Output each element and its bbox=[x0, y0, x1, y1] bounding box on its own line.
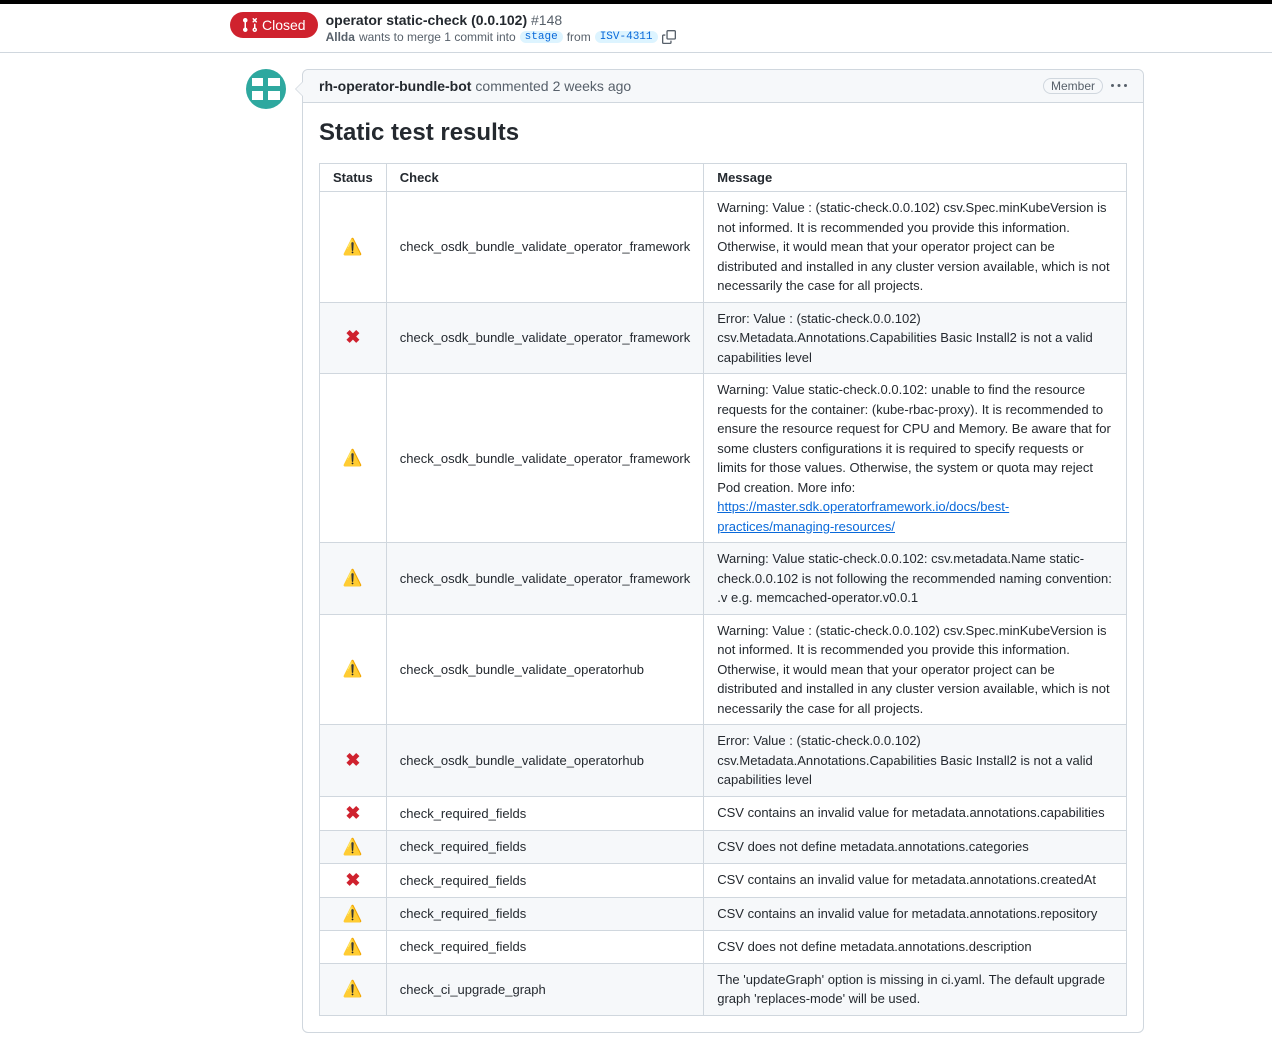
table-row: ⚠️ check_osdk_bundle_validate_operator_fr… bbox=[320, 374, 1127, 543]
message-link[interactable]: https://master.sdk.operatorframework.io/… bbox=[717, 499, 1009, 534]
kebab-icon[interactable] bbox=[1111, 78, 1127, 94]
source-branch[interactable]: ISV-4311 bbox=[595, 31, 658, 43]
pr-header: Closed operator static-check (0.0.102) #… bbox=[0, 4, 1272, 53]
check-cell: check_required_fields bbox=[386, 830, 704, 863]
table-row: ✖ check_osdk_bundle_validate_operator_fra… bbox=[320, 302, 1127, 374]
target-branch[interactable]: stage bbox=[520, 31, 563, 43]
comment-time[interactable]: 2 weeks ago bbox=[553, 78, 632, 94]
col-message: Message bbox=[704, 164, 1127, 192]
comment-body: Static test results Status Check Message… bbox=[303, 103, 1143, 1032]
message-cell: CSV contains an invalid value for metada… bbox=[704, 897, 1127, 930]
warning-icon: ⚠️ bbox=[343, 568, 363, 588]
check-cell: check_required_fields bbox=[386, 930, 704, 963]
check-cell: check_required_fields bbox=[386, 863, 704, 897]
message-cell: Error: Value : (static-check.0.0.102) cs… bbox=[704, 725, 1127, 797]
error-icon: ✖ bbox=[345, 803, 360, 824]
check-cell: check_osdk_bundle_validate_operator_fram… bbox=[386, 543, 704, 615]
status-cell: ⚠️ bbox=[320, 897, 387, 930]
table-row: ⚠️ check_required_fieldsCSV does not defi… bbox=[320, 830, 1127, 863]
error-icon: ✖ bbox=[345, 870, 360, 891]
results-table: Status Check Message ⚠️ check_osdk_bundle… bbox=[319, 163, 1127, 1016]
check-cell: check_osdk_bundle_validate_operator_fram… bbox=[386, 302, 704, 374]
pr-title-line: operator static-check (0.0.102) #148 bbox=[326, 12, 676, 28]
message-cell: Warning: Value : (static-check.0.0.102) … bbox=[704, 192, 1127, 303]
pr-merge-line: Allda wants to merge 1 commit into stage… bbox=[326, 30, 676, 44]
status-cell: ✖ bbox=[320, 796, 387, 830]
message-cell: Error: Value : (static-check.0.0.102) cs… bbox=[704, 302, 1127, 374]
warning-icon: ⚠️ bbox=[343, 937, 363, 957]
comment-author[interactable]: rh-operator-bundle-bot bbox=[319, 78, 471, 94]
table-row: ⚠️ check_required_fieldsCSV contains an i… bbox=[320, 897, 1127, 930]
table-row: ✖ check_osdk_bundle_validate_operatorhubE… bbox=[320, 725, 1127, 797]
col-check: Check bbox=[386, 164, 704, 192]
table-row: ⚠️ check_osdk_bundle_validate_operator_fr… bbox=[320, 543, 1127, 615]
message-cell: CSV does not define metadata.annotations… bbox=[704, 930, 1127, 963]
status-cell: ✖ bbox=[320, 863, 387, 897]
pr-state-badge: Closed bbox=[230, 12, 318, 38]
message-cell: CSV contains an invalid value for metada… bbox=[704, 863, 1127, 897]
warning-icon: ⚠️ bbox=[343, 448, 363, 468]
status-cell: ⚠️ bbox=[320, 192, 387, 303]
table-row: ⚠️ check_osdk_bundle_validate_operatorhub… bbox=[320, 614, 1127, 725]
status-cell: ⚠️ bbox=[320, 963, 387, 1015]
results-heading: Static test results bbox=[319, 119, 1127, 147]
table-row: ⚠️ check_ci_upgrade_graphThe 'updateGraph… bbox=[320, 963, 1127, 1015]
check-cell: check_osdk_bundle_validate_operator_fram… bbox=[386, 192, 704, 303]
status-cell: ✖ bbox=[320, 725, 387, 797]
avatar[interactable] bbox=[246, 69, 286, 109]
message-cell: Warning: Value static-check.0.0.102: csv… bbox=[704, 543, 1127, 615]
check-cell: check_ci_upgrade_graph bbox=[386, 963, 704, 1015]
message-cell: The 'updateGraph' option is missing in c… bbox=[704, 963, 1127, 1015]
pr-title[interactable]: operator static-check (0.0.102) bbox=[326, 12, 528, 28]
status-cell: ⚠️ bbox=[320, 930, 387, 963]
warning-icon: ⚠️ bbox=[343, 837, 363, 857]
message-cell: Warning: Value : (static-check.0.0.102) … bbox=[704, 614, 1127, 725]
status-cell: ⚠️ bbox=[320, 614, 387, 725]
table-row: ✖ check_required_fieldsCSV contains an in… bbox=[320, 863, 1127, 897]
message-cell: CSV contains an invalid value for metada… bbox=[704, 796, 1127, 830]
pr-state-text: Closed bbox=[262, 17, 306, 33]
comment-box: rh-operator-bundle-bot commented 2 weeks… bbox=[302, 69, 1144, 1033]
message-cell: CSV does not define metadata.annotations… bbox=[704, 830, 1127, 863]
warning-icon: ⚠️ bbox=[343, 237, 363, 257]
comment-action: commented bbox=[475, 78, 548, 94]
warning-icon: ⚠️ bbox=[343, 979, 363, 999]
warning-icon: ⚠️ bbox=[343, 659, 363, 679]
check-cell: check_required_fields bbox=[386, 897, 704, 930]
copy-icon[interactable] bbox=[662, 30, 676, 44]
error-icon: ✖ bbox=[345, 327, 360, 348]
member-badge: Member bbox=[1043, 78, 1103, 94]
git-pull-request-closed-icon bbox=[242, 17, 258, 33]
message-cell: Warning: Value static-check.0.0.102: una… bbox=[704, 374, 1127, 543]
table-row: ⚠️ check_required_fieldsCSV does not defi… bbox=[320, 930, 1127, 963]
check-cell: check_required_fields bbox=[386, 796, 704, 830]
pr-number: #148 bbox=[531, 12, 562, 28]
table-row: ✖ check_required_fieldsCSV contains an in… bbox=[320, 796, 1127, 830]
warning-icon: ⚠️ bbox=[343, 904, 363, 924]
check-cell: check_osdk_bundle_validate_operator_fram… bbox=[386, 374, 704, 543]
status-cell: ⚠️ bbox=[320, 543, 387, 615]
check-cell: check_osdk_bundle_validate_operatorhub bbox=[386, 725, 704, 797]
comment-header: rh-operator-bundle-bot commented 2 weeks… bbox=[303, 70, 1143, 103]
table-row: ⚠️ check_osdk_bundle_validate_operator_fr… bbox=[320, 192, 1127, 303]
status-cell: ✖ bbox=[320, 302, 387, 374]
error-icon: ✖ bbox=[345, 750, 360, 771]
status-cell: ⚠️ bbox=[320, 830, 387, 863]
status-cell: ⚠️ bbox=[320, 374, 387, 543]
check-cell: check_osdk_bundle_validate_operatorhub bbox=[386, 614, 704, 725]
col-status: Status bbox=[320, 164, 387, 192]
pr-author[interactable]: Allda bbox=[326, 30, 355, 44]
